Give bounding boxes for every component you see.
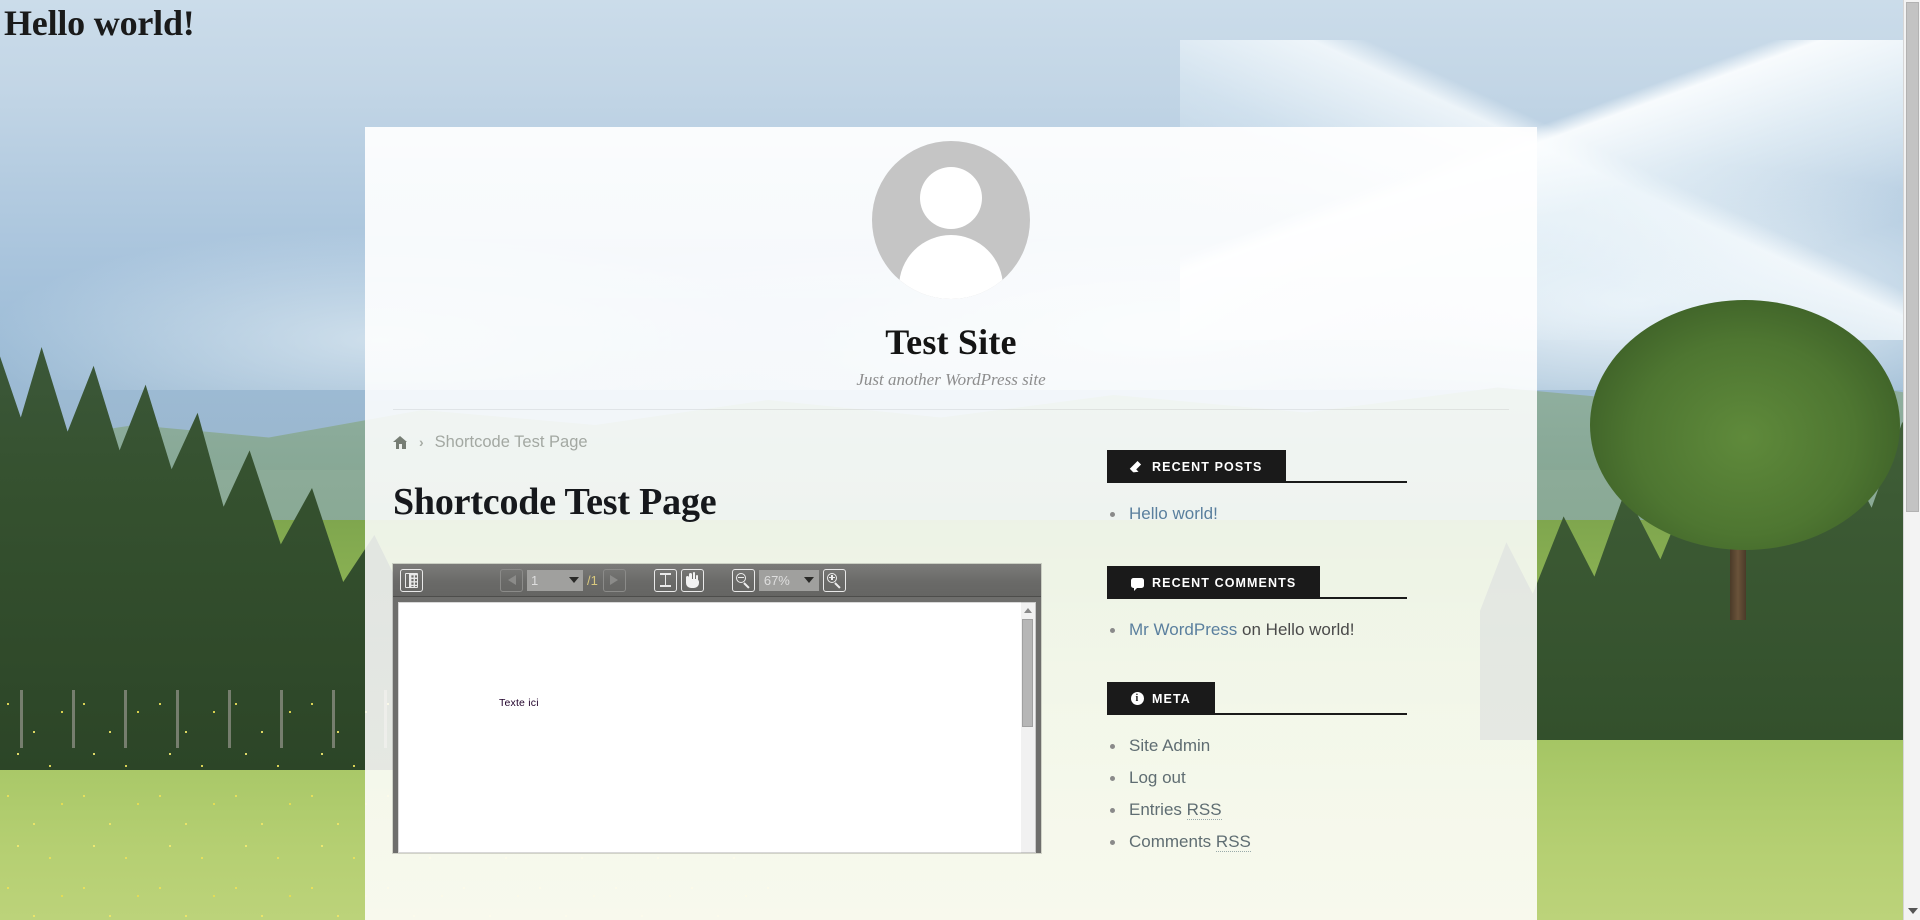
avatar bbox=[872, 141, 1030, 299]
rss-abbr: RSS bbox=[1187, 800, 1222, 820]
page-body: › Shortcode Test Page Shortcode Test Pag… bbox=[365, 410, 1537, 894]
meta-link-comments-rss[interactable]: Comments RSS bbox=[1129, 832, 1251, 852]
prev-page-button[interactable] bbox=[500, 569, 523, 592]
page-top-heading: Hello world! bbox=[4, 2, 195, 44]
zoom-out-button[interactable] bbox=[732, 569, 755, 592]
list-item: Log out bbox=[1107, 765, 1503, 791]
pdf-scrollbar[interactable] bbox=[1021, 602, 1036, 853]
background-fence bbox=[20, 690, 400, 760]
sidebar-toggle-icon[interactable] bbox=[400, 569, 423, 592]
info-icon: i bbox=[1131, 692, 1144, 705]
site-container: Test Site Just another WordPress site › … bbox=[365, 127, 1537, 920]
browser-scrollbar[interactable] bbox=[1903, 0, 1920, 920]
avatar-body bbox=[899, 235, 1003, 299]
page-number-value: 1 bbox=[531, 573, 569, 588]
site-title[interactable]: Test Site bbox=[365, 321, 1537, 363]
scroll-down-arrow-icon[interactable] bbox=[1904, 904, 1920, 918]
page-title: Shortcode Test Page bbox=[393, 480, 1073, 524]
widget-title-text: META bbox=[1152, 692, 1191, 706]
next-page-button[interactable] bbox=[603, 569, 626, 592]
widget-title-text: RECENT COMMENTS bbox=[1152, 576, 1296, 590]
tree-crown bbox=[1590, 300, 1900, 550]
pdf-page[interactable]: Texte ici bbox=[398, 602, 1021, 853]
list-item: Entries RSS bbox=[1107, 797, 1503, 823]
widget-recent-posts: RECENT POSTS Hello world! bbox=[1107, 450, 1503, 527]
widget-title-meta: i META bbox=[1107, 682, 1215, 715]
meta-link-entries-rss[interactable]: Entries RSS bbox=[1129, 800, 1222, 820]
background-large-tree bbox=[1580, 300, 1910, 630]
comment-bubble-icon bbox=[1131, 578, 1144, 588]
scroll-up-arrow-icon[interactable] bbox=[1021, 603, 1035, 617]
pencil-icon bbox=[1131, 460, 1144, 473]
list-item: Mr WordPress on Hello world! bbox=[1107, 617, 1503, 643]
widget-title-wrap: RECENT POSTS bbox=[1107, 450, 1503, 483]
chevron-down-icon bbox=[804, 577, 814, 583]
comment-author-link[interactable]: Mr WordPress bbox=[1129, 620, 1237, 639]
breadcrumb-current: Shortcode Test Page bbox=[435, 433, 588, 452]
meta-link-prefix: Comments bbox=[1129, 832, 1216, 851]
avatar-head bbox=[920, 167, 982, 229]
meta-link-log-out[interactable]: Log out bbox=[1129, 768, 1186, 787]
page-total-label: /1 bbox=[587, 573, 598, 588]
site-description: Just another WordPress site bbox=[365, 370, 1537, 390]
site-header: Test Site Just another WordPress site bbox=[365, 127, 1537, 410]
sidebar: RECENT POSTS Hello world! RECENT COMMENT… bbox=[1073, 410, 1503, 894]
zoom-level-select[interactable]: 67% bbox=[759, 570, 819, 591]
pdf-stage: Texte ici bbox=[393, 597, 1041, 853]
pdf-toolbar: 1 /1 bbox=[393, 564, 1041, 597]
browser-scrollbar-thumb[interactable] bbox=[1906, 2, 1919, 512]
text-select-tool-button[interactable] bbox=[654, 569, 677, 592]
comment-suffix: on Hello world! bbox=[1237, 620, 1354, 639]
widget-list-recent-posts: Hello world! bbox=[1107, 501, 1503, 527]
widget-title-text: RECENT POSTS bbox=[1152, 460, 1262, 474]
home-icon[interactable] bbox=[393, 436, 408, 449]
rss-abbr: RSS bbox=[1216, 832, 1251, 852]
primary-content: › Shortcode Test Page Shortcode Test Pag… bbox=[393, 410, 1073, 894]
breadcrumb-separator: › bbox=[419, 434, 424, 450]
page-number-select[interactable]: 1 bbox=[527, 570, 583, 591]
recent-post-link[interactable]: Hello world! bbox=[1129, 504, 1218, 523]
widget-title-wrap: RECENT COMMENTS bbox=[1107, 566, 1503, 599]
widget-list-recent-comments: Mr WordPress on Hello world! bbox=[1107, 617, 1503, 643]
pdf-scrollbar-thumb[interactable] bbox=[1022, 619, 1033, 727]
widget-title-wrap: i META bbox=[1107, 682, 1503, 715]
widget-title-recent-posts: RECENT POSTS bbox=[1107, 450, 1286, 483]
pdf-viewer: 1 /1 bbox=[393, 564, 1041, 853]
list-item: Comments RSS bbox=[1107, 829, 1503, 855]
hand-tool-button[interactable] bbox=[681, 569, 704, 592]
zoom-level-value: 67% bbox=[764, 573, 804, 588]
chevron-down-icon bbox=[569, 577, 579, 583]
widget-recent-comments: RECENT COMMENTS Mr WordPress on Hello wo… bbox=[1107, 566, 1503, 643]
widget-title-recent-comments: RECENT COMMENTS bbox=[1107, 566, 1320, 599]
meta-link-prefix: Entries bbox=[1129, 800, 1187, 819]
widget-list-meta: Site Admin Log out Entries RSS Comments … bbox=[1107, 733, 1503, 855]
list-item: Hello world! bbox=[1107, 501, 1503, 527]
pdf-document-text: Texte ici bbox=[499, 697, 539, 709]
widget-meta: i META Site Admin Log out Entries RSS Co… bbox=[1107, 682, 1503, 855]
zoom-in-button[interactable] bbox=[823, 569, 846, 592]
list-item: Site Admin bbox=[1107, 733, 1503, 759]
meta-link-site-admin[interactable]: Site Admin bbox=[1129, 736, 1210, 755]
breadcrumb: › Shortcode Test Page bbox=[393, 432, 1073, 452]
